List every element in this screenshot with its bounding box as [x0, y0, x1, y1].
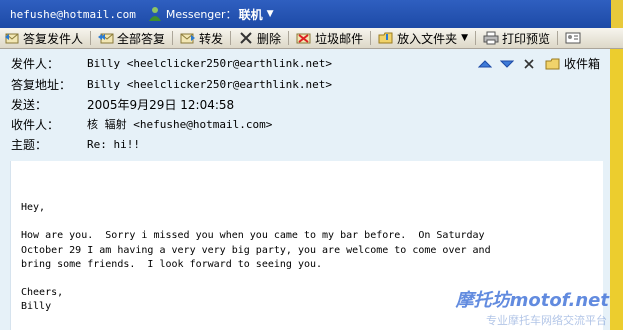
inbox-folder-icon — [545, 58, 560, 69]
header-reply-to-row: 答复地址： Billy <heelclicker250r@earthlink.n… — [11, 75, 332, 93]
junk-mail-icon — [296, 33, 311, 44]
close-message-button[interactable] — [521, 57, 537, 71]
to-value[interactable]: 核 辐射 <hefushe@hotmail.com> — [87, 116, 272, 132]
printer-icon — [483, 31, 499, 45]
folder-icon — [378, 32, 393, 44]
toolbar-divider — [288, 31, 290, 45]
arrow-down-icon — [499, 60, 514, 68]
arrow-up-icon — [477, 59, 492, 67]
delete-button[interactable]: 删除 — [234, 29, 285, 47]
toolbar-divider — [370, 31, 372, 45]
forward-icon — [180, 33, 196, 44]
message-header: 发件人： Billy <heelclicker250r@earthlink.ne… — [0, 49, 610, 161]
subject-label: 主题： — [11, 137, 48, 152]
contact-card-button[interactable] — [561, 29, 588, 47]
reply-to-label: 答复地址： — [11, 77, 72, 92]
header-sent-row: 发送： 2005年9月29日 12:04:58 — [11, 95, 234, 113]
inbox-label: 收件箱 — [563, 57, 600, 71]
reply-icon — [5, 33, 19, 44]
reply-all-button[interactable]: 全部答复 — [94, 29, 169, 47]
delete-x-icon — [240, 32, 252, 44]
inbox-link[interactable]: 收件箱 — [545, 55, 600, 72]
header-actions: 收件箱 — [471, 55, 600, 72]
message-toolbar: 答复发件人 全部答复 转发 删除 垃圾邮件 放入文件夹 ▼ 打印预览 — [0, 28, 623, 49]
toolbar-divider — [172, 31, 174, 45]
close-icon — [524, 58, 534, 69]
sent-value: 2005年9月29日 12:04:58 — [87, 97, 235, 112]
header-subject-row: 主题： Re: hi!! — [11, 135, 140, 153]
sent-label: 发送： — [11, 97, 48, 112]
move-to-folder-button[interactable]: 放入文件夹 ▼ — [374, 29, 472, 47]
junk-button[interactable]: 垃圾邮件 — [292, 29, 367, 47]
message-text: Hey, How are you. Sorry i missed you whe… — [21, 202, 491, 313]
print-preview-button[interactable]: 打印预览 — [479, 29, 554, 47]
from-label: 发件人： — [11, 56, 60, 71]
reply-to-value[interactable]: Billy <heelclicker250r@earthlink.net> — [87, 78, 332, 91]
contact-card-icon — [565, 32, 581, 44]
chevron-down-icon: ▼ — [461, 33, 469, 43]
subject-value: Re: hi!! — [87, 137, 140, 151]
decorative-strip — [610, 49, 623, 330]
site-watermark: 摩托坊motof.net — [455, 290, 609, 311]
toolbar-divider — [557, 31, 559, 45]
messenger-buddy-icon — [148, 7, 161, 21]
toolbar-divider — [230, 31, 232, 45]
from-value[interactable]: Billy <heelclicker250r@earthlink.net> — [87, 57, 332, 70]
header-from-row: 发件人： Billy <heelclicker250r@earthlink.ne… — [11, 54, 332, 72]
messenger-status-menu[interactable]: Messenger： 联机 ▼ — [148, 6, 274, 23]
site-watermark-subtext: 专业摩托车网络交流平台 — [486, 314, 607, 327]
header-to-row: 收件人： 核 辐射 <hefushe@hotmail.com> — [11, 115, 272, 133]
chevron-down-icon: ▼ — [266, 9, 274, 19]
messenger-label: Messenger： — [165, 8, 237, 21]
forward-button[interactable]: 转发 — [176, 29, 227, 47]
toolbar-divider — [475, 31, 477, 45]
to-label: 收件人： — [11, 117, 60, 132]
toolbar-divider — [90, 31, 92, 45]
messenger-status: 联机 — [238, 7, 263, 22]
previous-message-button[interactable] — [477, 57, 493, 71]
reply-all-icon — [98, 33, 114, 44]
next-message-button[interactable] — [499, 57, 515, 71]
decorative-strip — [611, 0, 623, 28]
account-email: hefushe@hotmail.com — [10, 7, 136, 21]
account-bar: hefushe@hotmail.com Messenger： 联机 ▼ — [0, 0, 623, 28]
reply-button[interactable]: 答复发件人 — [0, 29, 87, 47]
